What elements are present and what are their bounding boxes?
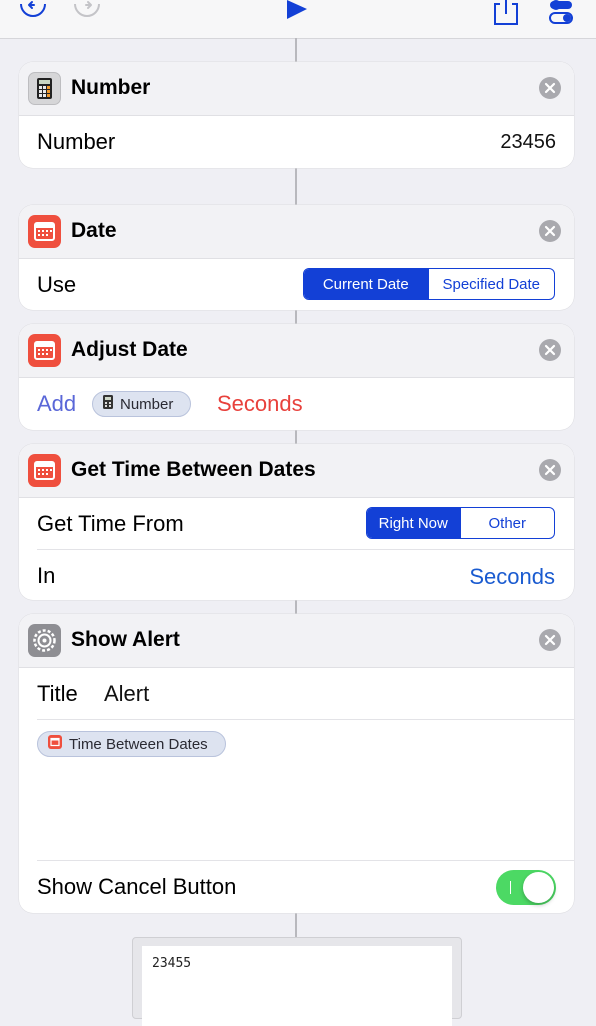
adjust-date-action-card[interactable]: Adjust Date Add Number Seconds (19, 324, 574, 430)
show-alert-action-card[interactable]: Show Alert Title Alert Time Between Date… (19, 614, 574, 913)
segment-other[interactable]: Other (459, 508, 554, 538)
card-header: Adjust Date (19, 324, 574, 378)
calculator-icon (103, 395, 113, 413)
field-label: Show Cancel Button (37, 874, 237, 899)
time-between-variable-token[interactable]: Time Between Dates (37, 731, 226, 757)
use-row: Use Current Date Specified Date (19, 259, 574, 310)
remove-action-button[interactable] (539, 459, 561, 481)
result-content: 23455 (142, 946, 452, 1026)
number-row[interactable]: Number 23456 (19, 116, 574, 168)
redo-icon[interactable] (72, 0, 102, 22)
card-header: Show Alert (19, 614, 574, 668)
flow-connector (295, 913, 297, 938)
close-icon (544, 464, 556, 476)
alert-title-row: Title Alert (19, 668, 574, 720)
result-text: 23455 (152, 956, 192, 971)
time-between-action-card[interactable]: Get Time Between Dates Get Time From Rig… (19, 444, 574, 600)
unit-parameter[interactable]: Seconds (469, 564, 555, 590)
card-header: Get Time Between Dates (19, 444, 574, 498)
card-title: Show Alert (71, 628, 180, 651)
time-from-segmented-control[interactable]: Right Now Other (366, 507, 555, 539)
close-icon (544, 344, 556, 356)
cancel-button-row: Show Cancel Button (19, 861, 574, 913)
field-label: In (37, 563, 56, 588)
card-header: Date (19, 205, 574, 259)
field-label: Get Time From (37, 511, 184, 536)
flow-connector (295, 600, 297, 614)
card-header: Number (19, 62, 574, 116)
alert-title-field[interactable]: Alert (104, 681, 149, 707)
undo-icon[interactable] (18, 0, 48, 22)
calendar-icon (28, 454, 61, 487)
adjust-row: Add Number Seconds (19, 378, 574, 430)
remove-action-button[interactable] (539, 77, 561, 99)
flow-connector (295, 310, 297, 324)
remove-action-button[interactable] (539, 629, 561, 651)
gear-icon (28, 624, 61, 657)
number-variable-token[interactable]: Number (92, 391, 191, 417)
field-label: Title (37, 681, 78, 706)
toggle-knob (523, 872, 554, 903)
token-label: Time Between Dates (69, 735, 208, 753)
number-action-card[interactable]: Number Number 23456 (19, 62, 574, 168)
remove-action-button[interactable] (539, 339, 561, 361)
calendar-icon (28, 215, 61, 248)
flow-connector (295, 430, 297, 444)
segment-right-now[interactable]: Right Now (367, 508, 460, 538)
play-icon[interactable] (286, 0, 308, 20)
editor-toolbar (0, 0, 596, 39)
close-icon (544, 225, 556, 237)
card-title: Adjust Date (71, 338, 188, 361)
card-title: Date (71, 219, 117, 242)
date-action-card[interactable]: Date Use Current Date Specified Date (19, 205, 574, 310)
segment-current-date[interactable]: Current Date (304, 269, 428, 299)
unit-parameter[interactable]: Seconds (217, 391, 303, 417)
calendar-icon (28, 334, 61, 367)
close-icon (544, 82, 556, 94)
token-label: Number (120, 395, 174, 413)
toggles-icon[interactable] (548, 0, 576, 24)
share-icon[interactable] (492, 0, 520, 26)
flow-connector (295, 168, 297, 206)
time-from-row: Get Time From Right Now Other (19, 498, 574, 550)
number-value-field[interactable]: 23456 (500, 131, 556, 154)
flow-connector (295, 38, 297, 62)
close-icon (544, 634, 556, 646)
field-label: Use (37, 272, 77, 297)
operation-parameter[interactable]: Add (37, 391, 76, 417)
toggle-on-mark (510, 881, 511, 894)
date-mode-segmented-control[interactable]: Current Date Specified Date (303, 268, 555, 300)
alert-message-field[interactable]: Time Between Dates (19, 720, 574, 861)
card-title: Number (71, 76, 151, 99)
field-label: Number (37, 129, 116, 154)
in-row[interactable]: In Seconds (19, 550, 574, 600)
show-cancel-toggle[interactable] (496, 870, 556, 905)
segment-specified-date[interactable]: Specified Date (427, 269, 554, 299)
calendar-icon (48, 735, 62, 753)
calculator-icon (28, 72, 61, 105)
remove-action-button[interactable] (539, 220, 561, 242)
result-output-panel: 23455 (132, 937, 462, 1026)
card-title: Get Time Between Dates (71, 458, 316, 481)
